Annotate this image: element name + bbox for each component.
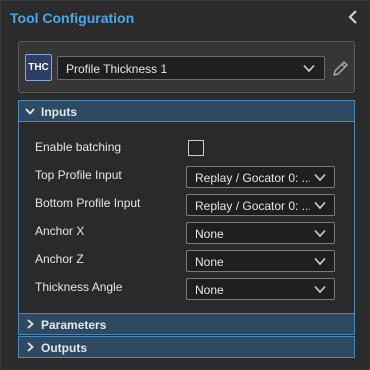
chevron-down-icon	[314, 201, 326, 210]
pencil-icon	[333, 61, 348, 76]
tool-configuration-panel: Tool Configuration THC Profile Thickness…	[0, 0, 370, 370]
section-title-inputs: Inputs	[41, 105, 77, 119]
section-title-parameters: Parameters	[41, 318, 107, 332]
label-bottom-profile-input: Bottom Profile Input	[35, 196, 141, 210]
chevron-right-icon	[27, 319, 34, 329]
tool-select-value: Profile Thickness 1	[66, 62, 168, 76]
bottom-profile-input-dropdown[interactable]: Replay / Gocator 0: ...	[186, 194, 335, 216]
chevron-left-icon	[348, 10, 357, 24]
anchor-x-dropdown[interactable]: None	[186, 222, 335, 244]
chevron-down-icon	[303, 64, 315, 73]
section-title-outputs: Outputs	[41, 341, 87, 355]
chevron-down-icon	[314, 285, 326, 294]
top-profile-input-dropdown[interactable]: Replay / Gocator 0: ...	[186, 166, 335, 188]
section-header-outputs[interactable]: Outputs	[18, 336, 355, 358]
label-anchor-x: Anchor X	[35, 224, 85, 238]
thickness-angle-dropdown[interactable]: None	[186, 278, 335, 300]
section-header-parameters[interactable]: Parameters	[18, 313, 355, 335]
panel-header: Tool Configuration	[1, 1, 370, 35]
anchor-x-value: None	[195, 227, 224, 241]
chevron-down-icon	[314, 173, 326, 182]
label-top-profile-input: Top Profile Input	[35, 168, 122, 182]
chevron-down-icon	[314, 229, 326, 238]
top-profile-input-value: Replay / Gocator 0: ...	[195, 171, 310, 185]
enable-batching-checkbox[interactable]	[188, 140, 204, 156]
anchor-z-dropdown[interactable]: None	[186, 250, 335, 272]
label-enable-batching: Enable batching	[35, 140, 122, 154]
label-thickness-angle: Thickness Angle	[35, 280, 123, 294]
panel-title: Tool Configuration	[10, 10, 135, 26]
tool-type-badge: THC	[25, 54, 52, 81]
tool-select-dropdown[interactable]: Profile Thickness 1	[57, 56, 325, 80]
bottom-profile-input-value: Replay / Gocator 0: ...	[195, 199, 310, 213]
rename-tool-button[interactable]	[329, 56, 351, 80]
anchor-z-value: None	[195, 255, 224, 269]
section-header-inputs[interactable]: Inputs	[18, 100, 355, 122]
thickness-angle-value: None	[195, 283, 224, 297]
tool-selector-box: THC Profile Thickness 1	[18, 41, 355, 93]
chevron-down-icon	[25, 108, 35, 115]
chevron-right-icon	[27, 342, 34, 352]
chevron-down-icon	[314, 257, 326, 266]
collapse-panel-button[interactable]	[345, 8, 363, 26]
label-anchor-z: Anchor Z	[35, 252, 84, 266]
